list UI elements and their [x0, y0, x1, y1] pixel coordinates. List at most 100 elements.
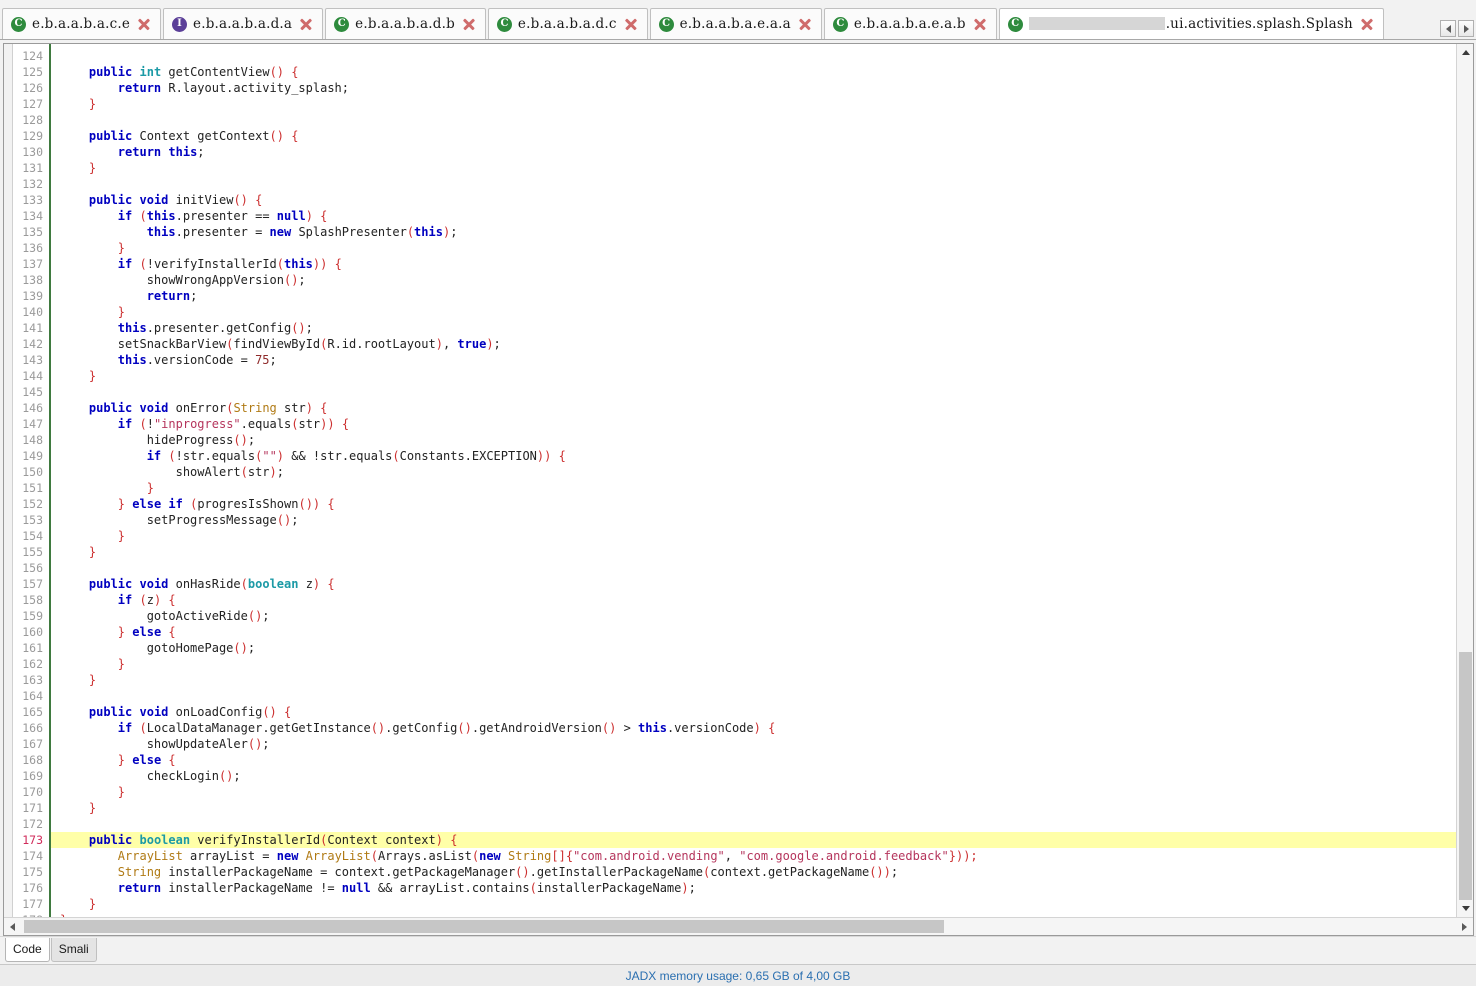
code-line[interactable]: public void initView() {: [51, 192, 1456, 208]
code-line[interactable]: if (!str.equals("") && !str.equals(Const…: [51, 448, 1456, 464]
chevron-right-icon: [1463, 24, 1469, 33]
editor-tab[interactable]: Ce.b.a.a.b.a.d.c: [487, 8, 648, 39]
code-token: !str.equals: [175, 449, 256, 463]
code-line[interactable]: } else {: [51, 624, 1456, 640]
code-line[interactable]: }: [51, 800, 1456, 816]
code-line[interactable]: setProgressMessage();: [51, 512, 1456, 528]
scroll-left-button[interactable]: [4, 918, 21, 935]
code-line[interactable]: ArrayList arrayList = new ArrayList(Arra…: [51, 848, 1456, 864]
code-line[interactable]: [51, 384, 1456, 400]
code-line[interactable]: if (this.presenter == null) {: [51, 208, 1456, 224]
editor-tab[interactable]: C .ui.activities.splash.Splash: [998, 8, 1384, 39]
code-line[interactable]: }: [51, 672, 1456, 688]
source-code-text[interactable]: public int getContentView() { return R.l…: [51, 44, 1456, 917]
code-line[interactable]: return installerPackageName != null && a…: [51, 880, 1456, 896]
code-line[interactable]: if (!verifyInstallerId(this)) {: [51, 256, 1456, 272]
code-line[interactable]: return R.layout.activity_splash;: [51, 80, 1456, 96]
code-line[interactable]: }: [51, 656, 1456, 672]
code-token: LocalDataManager.getGetInstance: [146, 721, 371, 735]
code-token: )): [320, 417, 335, 431]
code-line[interactable]: } else {: [51, 752, 1456, 768]
close-icon[interactable]: [797, 16, 813, 32]
scroll-up-button[interactable]: [1457, 44, 1473, 61]
code-line[interactable]: }: [51, 784, 1456, 800]
scroll-down-button[interactable]: [1457, 900, 1473, 917]
code-line[interactable]: }: [51, 528, 1456, 544]
code-line[interactable]: }: [51, 160, 1456, 176]
editor-tab[interactable]: Ce.b.a.a.b.a.c.e: [2, 8, 162, 39]
horizontal-scrollbar[interactable]: [4, 917, 1473, 935]
code-token: showUpdateAler: [60, 737, 248, 751]
code-token: Arrays.asList: [377, 849, 472, 863]
vertical-scrollbar-thumb[interactable]: [1459, 652, 1472, 916]
code-line[interactable]: this.presenter = new SplashPresenter(thi…: [51, 224, 1456, 240]
code-line[interactable]: checkLogin();: [51, 768, 1456, 784]
code-line[interactable]: showUpdateAler();: [51, 736, 1456, 752]
editor-tab[interactable]: Ie.b.a.a.b.a.d.a: [163, 8, 324, 39]
code-line[interactable]: return this;: [51, 144, 1456, 160]
code-line[interactable]: if (!"inprogress".equals(str)) {: [51, 416, 1456, 432]
code-line[interactable]: showAlert(str);: [51, 464, 1456, 480]
horizontal-scrollbar-thumb[interactable]: [24, 920, 944, 933]
code-line[interactable]: String installerPackageName = context.ge…: [51, 864, 1456, 880]
code-line[interactable]: [51, 176, 1456, 192]
tab-scroll-next-button[interactable]: [1458, 20, 1474, 37]
code-line[interactable]: public void onError(String str) {: [51, 400, 1456, 416]
code-line[interactable]: if (LocalDataManager.getGetInstance().ge…: [51, 720, 1456, 736]
code-line[interactable]: return;: [51, 288, 1456, 304]
code-line[interactable]: }: [51, 544, 1456, 560]
line-number: 147: [22, 417, 43, 431]
code-line[interactable]: gotoHomePage();: [51, 640, 1456, 656]
code-line[interactable]: public Context getContext() {: [51, 128, 1456, 144]
view-mode-tab-smali[interactable]: Smali: [50, 938, 97, 962]
code-token: ): [305, 401, 313, 415]
close-icon[interactable]: [623, 16, 639, 32]
code-token: setProgressMessage: [60, 513, 277, 527]
editor-tab[interactable]: Ce.b.a.a.b.a.e.a.a: [649, 8, 822, 39]
code-line[interactable]: }: [51, 304, 1456, 320]
tab-scroll-prev-button[interactable]: [1440, 20, 1456, 37]
close-icon[interactable]: [136, 16, 152, 32]
code-line[interactable]: [51, 688, 1456, 704]
code-token: (): [233, 193, 248, 207]
code-viewport[interactable]: 124 125 126 127 128 129 130 131 132 133 134 135 136 1…: [4, 44, 1456, 917]
code-line[interactable]: public void onLoadConfig() {: [51, 704, 1456, 720]
code-token: >: [616, 721, 639, 735]
code-line[interactable]: }: [51, 896, 1456, 912]
code-line[interactable]: public void onHasRide(boolean z) {: [51, 576, 1456, 592]
close-icon[interactable]: [461, 16, 477, 32]
code-token: (): [457, 721, 472, 735]
close-icon[interactable]: [1359, 16, 1375, 32]
code-line[interactable]: hideProgress();: [51, 432, 1456, 448]
code-line[interactable]: this.presenter.getConfig();: [51, 320, 1456, 336]
code-line[interactable]: } else if (progresIsShown()) {: [51, 496, 1456, 512]
code-line[interactable]: }: [51, 368, 1456, 384]
code-line[interactable]: [51, 816, 1456, 832]
code-line[interactable]: public boolean verifyInstallerId(Context…: [51, 832, 1456, 848]
code-line[interactable]: if (z) {: [51, 592, 1456, 608]
editor-tab[interactable]: Ce.b.a.a.b.a.d.b: [325, 8, 486, 39]
code-token: if: [117, 417, 133, 431]
code-line[interactable]: this.versionCode = 75;: [51, 352, 1456, 368]
close-icon[interactable]: [298, 16, 314, 32]
code-line[interactable]: }: [51, 480, 1456, 496]
scroll-right-button[interactable]: [1456, 918, 1473, 935]
code-line[interactable]: [51, 48, 1456, 64]
code-line[interactable]: [51, 112, 1456, 128]
code-line[interactable]: [51, 560, 1456, 576]
close-icon[interactable]: [972, 16, 988, 32]
code-token: {: [327, 577, 335, 591]
code-line[interactable]: showWrongAppVersion();: [51, 272, 1456, 288]
code-line[interactable]: }: [51, 240, 1456, 256]
vertical-scrollbar[interactable]: [1456, 44, 1473, 917]
editor-tab[interactable]: Ce.b.a.a.b.a.e.a.b: [823, 8, 997, 39]
code-line[interactable]: }: [51, 96, 1456, 112]
code-line[interactable]: setSnackBarView(findViewById(R.id.rootLa…: [51, 336, 1456, 352]
code-line[interactable]: public int getContentView() {: [51, 64, 1456, 80]
view-mode-tab-code[interactable]: Code: [5, 938, 50, 962]
code-line[interactable]: gotoActiveRide();: [51, 608, 1456, 624]
